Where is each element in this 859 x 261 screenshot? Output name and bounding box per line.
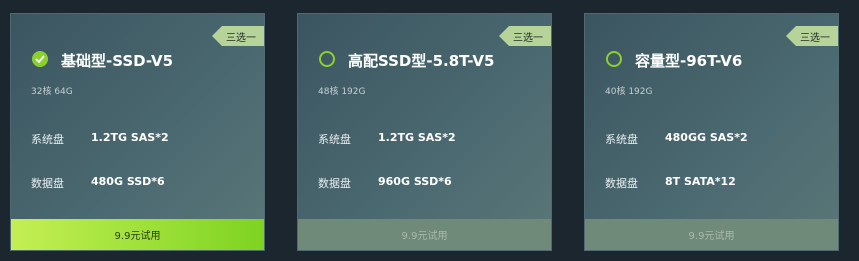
plan-card-basic-ssd[interactable]: 三选一 基础型-SSD-V5 32核 64G 系统盘 1.2TG SAS*2 数… [10,13,265,251]
data-disk-value: 8T SATA*12 [665,175,736,188]
plan-radio-selected[interactable] [32,51,48,67]
plan-card-capacity[interactable]: 三选一 容量型-96T-V6 40核 192G 系统盘 480GG SAS*2 … [584,13,839,251]
trial-button[interactable]: 9.9元试用 [298,219,551,250]
plan-card-high-ssd[interactable]: 三选一 高配SSD型-5.8T-V5 48核 192G 系统盘 1.2TG SA… [297,13,552,251]
trial-button[interactable]: 9.9元试用 [585,219,838,250]
trial-button[interactable]: 9.9元试用 [11,219,264,250]
data-disk-label: 数据盘 [605,177,638,190]
data-disk-label: 数据盘 [31,177,64,190]
data-disk-label: 数据盘 [318,177,351,190]
system-disk-label: 系统盘 [318,133,351,146]
choose-one-tag: 三选一 [499,26,551,46]
plan-title: 高配SSD型-5.8T-V5 [348,52,495,70]
plan-title: 基础型-SSD-V5 [61,52,174,70]
choose-one-tag: 三选一 [212,26,264,46]
system-disk-label: 系统盘 [31,133,64,146]
system-disk-value: 480GG SAS*2 [665,131,748,144]
system-disk-value: 1.2TG SAS*2 [91,131,169,144]
check-icon [35,55,45,63]
system-disk-value: 1.2TG SAS*2 [378,131,456,144]
plan-radio[interactable] [319,51,335,67]
plan-spec: 32核 64G [31,87,73,97]
plan-radio[interactable] [606,51,622,67]
data-disk-value: 480G SSD*6 [91,175,165,188]
plan-spec: 48核 192G [318,87,366,97]
data-disk-value: 960G SSD*6 [378,175,452,188]
system-disk-label: 系统盘 [605,133,638,146]
choose-one-tag: 三选一 [786,26,838,46]
plan-spec: 40核 192G [605,87,653,97]
plan-title: 容量型-96T-V6 [635,52,743,70]
